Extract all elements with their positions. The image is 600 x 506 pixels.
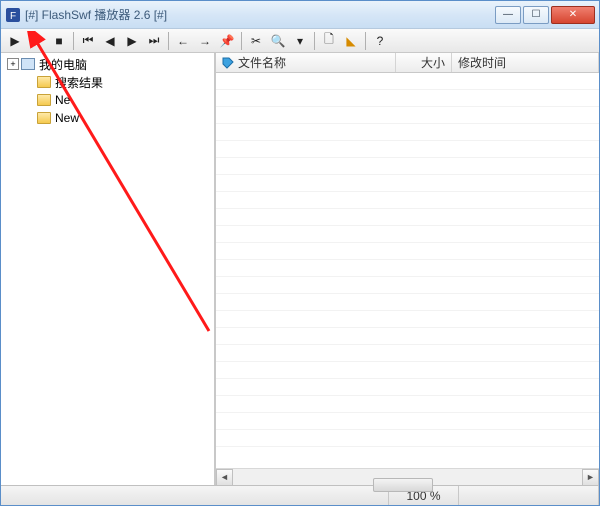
list-row: [216, 294, 599, 311]
column-label: 大小: [421, 54, 445, 71]
last-icon[interactable]: ⏭: [144, 31, 164, 51]
computer-icon: [21, 58, 35, 70]
toolbar-separator: [241, 32, 242, 50]
toolbar-separator: [168, 32, 169, 50]
horizontal-scrollbar[interactable]: ◄ ►: [216, 468, 599, 485]
app-window: F [#] FlashSwf 播放器 2.6 [#] — ☐ ✕ ▶ ▾ ■ ⏮…: [0, 0, 600, 506]
minimize-button[interactable]: —: [495, 6, 521, 24]
next-icon[interactable]: ▶: [122, 31, 142, 51]
tree-label: New: [55, 111, 79, 125]
scroll-left-icon[interactable]: ◄: [216, 469, 233, 486]
tag-icon: [222, 57, 234, 69]
column-header-name[interactable]: 文件名称: [216, 53, 396, 72]
folder-icon: [37, 76, 51, 88]
statusbar: 100 %: [1, 485, 599, 505]
toolbar: ▶ ▾ ■ ⏮ ◀ ▶ ⏭ ← → 📌 ✂ 🔍 ▾ 🗋 ◣ ?: [1, 29, 599, 53]
list-row: [216, 430, 599, 447]
svg-text:F: F: [10, 11, 16, 22]
help-icon[interactable]: ?: [370, 31, 390, 51]
list-row: [216, 362, 599, 379]
window-title: [#] FlashSwf 播放器 2.6 [#]: [25, 6, 495, 23]
list-row: [216, 175, 599, 192]
tree-item[interactable]: 搜索结果: [3, 73, 212, 91]
arrow-left-icon[interactable]: ←: [173, 31, 193, 51]
column-label: 修改时间: [458, 54, 506, 71]
tree-item-root[interactable]: + 我的电脑: [3, 55, 212, 73]
titlebar[interactable]: F [#] FlashSwf 播放器 2.6 [#] — ☐ ✕: [1, 1, 599, 29]
prev-icon[interactable]: ◀: [100, 31, 120, 51]
list-row: [216, 90, 599, 107]
cut-icon[interactable]: ✂: [246, 31, 266, 51]
list-row: [216, 379, 599, 396]
scroll-thumb[interactable]: [373, 478, 433, 492]
folder-icon: [37, 112, 51, 124]
stop-icon[interactable]: ■: [49, 31, 69, 51]
list-row: [216, 345, 599, 362]
file-list-pane: 文件名称 大小 修改时间 ◄ ►: [215, 53, 599, 485]
list-row: [216, 328, 599, 345]
tree-item[interactable]: New: [3, 109, 212, 127]
status-cell: [1, 486, 389, 505]
first-icon[interactable]: ⏮: [78, 31, 98, 51]
find-dropdown-icon[interactable]: ▾: [290, 31, 310, 51]
tree-label: Ne: [55, 93, 70, 107]
folder-tree: + 我的电脑 搜索结果 Ne New: [3, 55, 212, 127]
list-row: [216, 260, 599, 277]
status-cell: [459, 486, 599, 505]
list-row: [216, 141, 599, 158]
arrow-right-icon[interactable]: →: [195, 31, 215, 51]
main-area: + 我的电脑 搜索结果 Ne New: [1, 53, 599, 485]
toolbar-separator: [365, 32, 366, 50]
toolbar-separator: [73, 32, 74, 50]
list-row: [216, 311, 599, 328]
list-row: [216, 413, 599, 430]
scroll-right-icon[interactable]: ►: [582, 469, 599, 486]
app-icon: F: [5, 7, 21, 23]
find-icon[interactable]: 🔍: [268, 31, 288, 51]
tree-label: 我的电脑: [39, 56, 87, 73]
list-row: [216, 226, 599, 243]
folder-icon: [37, 94, 51, 106]
expand-icon[interactable]: +: [7, 58, 19, 70]
maximize-button[interactable]: ☐: [523, 6, 549, 24]
list-row: [216, 209, 599, 226]
list-row: [216, 158, 599, 175]
tree-item[interactable]: Ne: [3, 91, 212, 109]
tree-label: 搜索结果: [55, 74, 103, 91]
list-row: [216, 124, 599, 141]
column-label: 文件名称: [238, 54, 286, 71]
play-icon[interactable]: ▶: [5, 31, 25, 51]
list-body[interactable]: [216, 73, 599, 468]
tree-pane[interactable]: + 我的电脑 搜索结果 Ne New: [1, 53, 215, 485]
tag-icon[interactable]: ◣: [341, 31, 361, 51]
list-row: [216, 192, 599, 209]
window-controls: — ☐ ✕: [495, 6, 595, 24]
list-header: 文件名称 大小 修改时间: [216, 53, 599, 73]
list-row: [216, 73, 599, 90]
list-row: [216, 243, 599, 260]
new-doc-icon[interactable]: 🗋: [319, 31, 339, 51]
list-row: [216, 277, 599, 294]
toolbar-separator: [314, 32, 315, 50]
dropdown-icon[interactable]: ▾: [27, 31, 47, 51]
close-button[interactable]: ✕: [551, 6, 595, 24]
column-header-size[interactable]: 大小: [396, 53, 452, 72]
column-header-mtime[interactable]: 修改时间: [452, 53, 599, 72]
list-row: [216, 107, 599, 124]
list-row: [216, 396, 599, 413]
pin-icon[interactable]: 📌: [217, 31, 237, 51]
